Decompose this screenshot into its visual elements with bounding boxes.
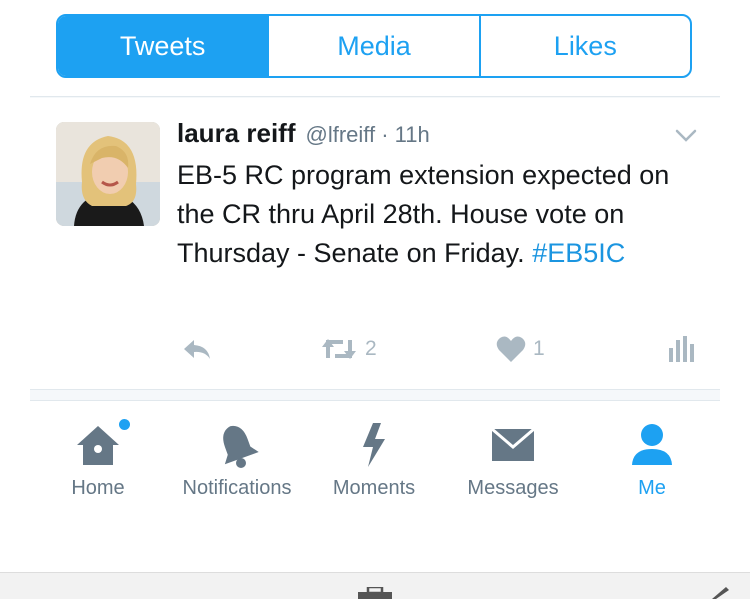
person-icon [629, 421, 675, 469]
profile-tabs-area: Tweets Media Likes [30, 0, 720, 97]
analytics-button[interactable] [667, 334, 695, 364]
tab-messages[interactable]: Messages [458, 401, 568, 513]
tab-notifications-label: Notifications [182, 477, 292, 499]
lightning-icon [359, 421, 389, 469]
tweet-actions: 2 1 [177, 334, 707, 370]
tab-moments[interactable]: Moments [326, 401, 422, 513]
tweet-card[interactable]: laura reiff @lfreiff · 11h EB-5 RC progr… [30, 98, 720, 390]
tab-media[interactable]: Media [267, 16, 478, 76]
like-button[interactable]: 1 [495, 334, 545, 364]
notification-dot [119, 419, 130, 430]
tab-me-label: Me [638, 477, 666, 499]
tab-likes[interactable]: Likes [478, 16, 690, 76]
hashtag-link[interactable]: #EB5IC [532, 238, 625, 268]
author-handle-time: @lfreiff · 11h [305, 122, 430, 147]
tweet-text: EB-5 RC program extension expected on th… [177, 156, 707, 273]
avatar[interactable] [56, 122, 160, 226]
analytics-icon [669, 336, 694, 362]
tab-moments-label: Moments [332, 477, 416, 499]
author-name[interactable]: laura reiff [177, 118, 296, 149]
tab-messages-label: Messages [467, 477, 559, 499]
tab-home[interactable]: Home [66, 401, 130, 513]
like-count: 1 [533, 337, 545, 360]
reply-icon [184, 340, 210, 359]
profile-tabs: Tweets Media Likes [56, 14, 692, 78]
chevron-down-icon[interactable] [674, 128, 698, 144]
briefcase-icon[interactable] [356, 587, 394, 599]
envelope-icon [490, 421, 536, 469]
twitter-profile-screen: Tweets Media Likes laura reiff @lfreiff … [30, 0, 720, 513]
tab-me[interactable]: Me [624, 401, 680, 513]
home-icon [74, 419, 130, 469]
retweet-button[interactable]: 2 [319, 334, 377, 364]
tab-tweets[interactable]: Tweets [58, 16, 268, 76]
bottom-toolbar [0, 572, 750, 599]
tweet-header: laura reiff @lfreiff · 11h [177, 118, 677, 152]
bottom-tab-bar: Home Notifications Moments Messages Me [30, 400, 720, 513]
retweet-icon [322, 339, 356, 359]
retweet-count: 2 [365, 337, 377, 360]
edit-icon[interactable] [708, 587, 730, 599]
heart-icon [496, 336, 526, 362]
bell-icon [215, 421, 259, 469]
tab-home-label: Home [71, 477, 125, 499]
reply-button[interactable] [179, 334, 213, 364]
background-gap [0, 512, 750, 572]
tab-notifications[interactable]: Notifications [168, 401, 306, 513]
